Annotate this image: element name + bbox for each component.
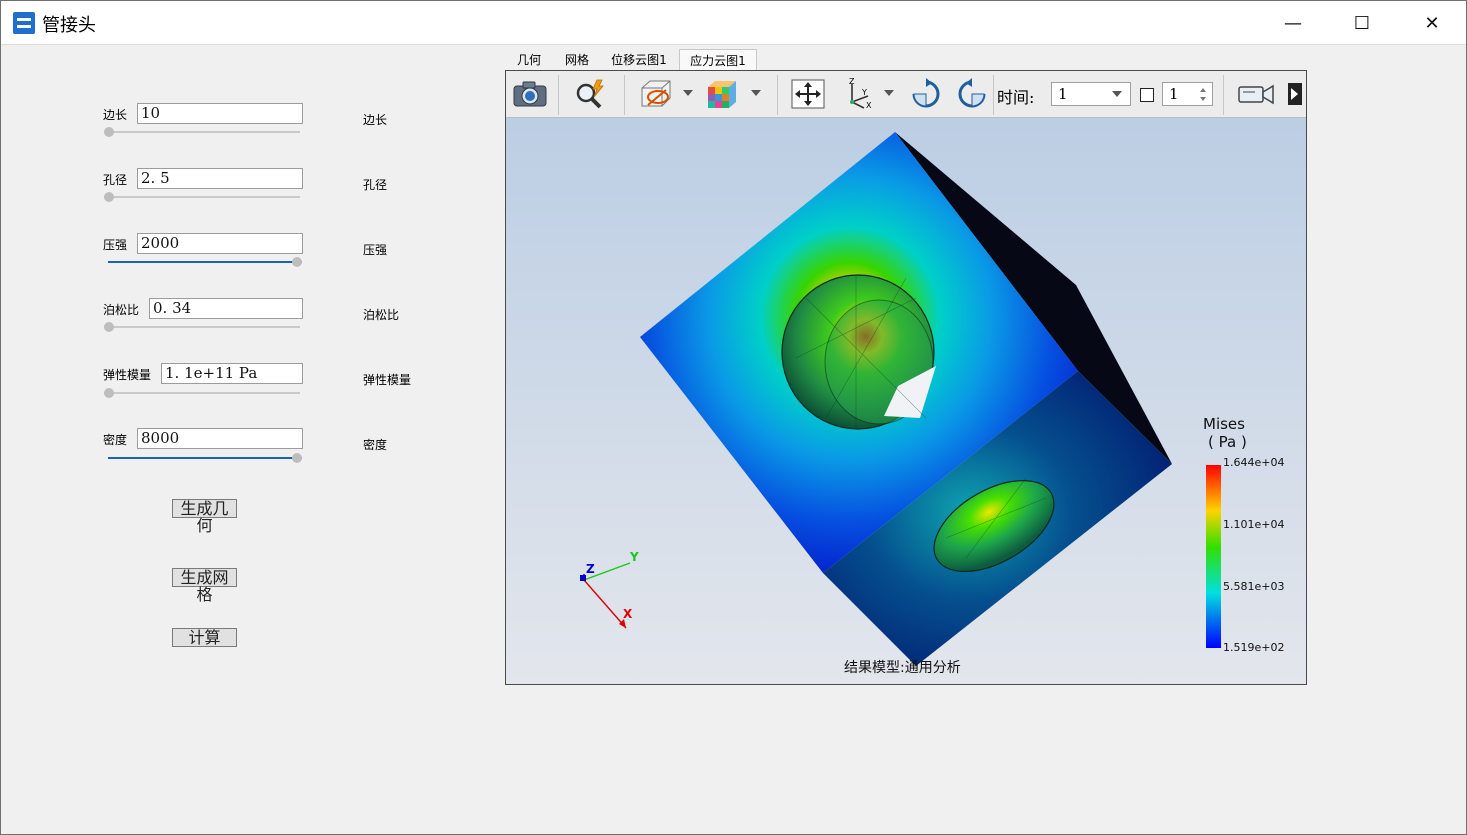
generate-mesh-button[interactable]: 生成网格 [172,568,237,603]
side-length-label: 边长 [103,108,128,122]
viewer-toolbar: Z Y X 时间: 1 1 [506,71,1306,118]
magnifier-lightning-icon [576,79,604,109]
expand-arrow-icon [1288,83,1302,105]
time-select-value: 1 [1058,85,1068,103]
svg-text:Y: Y [861,88,867,97]
axis-z-label: Z [586,562,595,576]
cloud-map-button[interactable] [702,77,742,111]
elastic-modulus-slider[interactable] [104,387,300,399]
side-length-right-label: 边长 [363,113,388,127]
tab-displacement[interactable]: 位移云图1 [604,49,674,71]
display-mode-button[interactable] [636,77,676,111]
probe-button[interactable] [570,77,610,111]
app-logo-icon [13,12,35,34]
xyz-axes-icon: Z Y X [849,78,872,110]
legend-unit: ( Pa ) [1208,433,1247,451]
frame-spinbox[interactable]: 1 [1162,82,1213,106]
time-label: 时间: [997,88,1035,107]
legend-value-min: 1.519e+02 [1223,641,1285,654]
pan-arrows-icon [791,79,825,109]
legend-value-2: 1.101e+04 [1223,518,1285,531]
display-mode-dropdown-icon[interactable] [683,90,693,96]
pan-button[interactable] [788,77,828,111]
close-button[interactable]: ✕ [1397,1,1467,45]
side-length-slider[interactable] [104,126,300,138]
video-camera-icon [1238,84,1274,105]
chevron-down-icon [1112,91,1122,97]
generate-geometry-button[interactable]: 生成几何 [172,499,237,534]
toolbar-more-button[interactable] [1286,77,1304,111]
close-icon: ✕ [1424,12,1440,34]
slider-thumb[interactable] [104,322,114,332]
maximize-icon: ☐ [1353,12,1371,34]
window-title: 管接头 [42,15,96,36]
tab-stress[interactable]: 应力云图1 [679,49,757,71]
slider-thumb[interactable] [292,257,302,267]
poisson-ratio-input[interactable]: 0. 34 [149,298,303,319]
legend-value-max: 1.644e+04 [1223,456,1285,469]
hole-diameter-input[interactable]: 2. 5 [137,168,303,189]
hole-diameter-slider[interactable] [104,191,300,203]
slider-fill [108,261,302,263]
spin-down-icon[interactable] [1200,97,1206,101]
hole-diameter-right-label: 孔径 [363,178,388,192]
rotate-counterclockwise-icon [958,78,986,108]
axis-view-dropdown-icon[interactable] [884,90,894,96]
poisson-ratio-right-label: 泊松比 [363,308,400,322]
title-bar: 管接头 — ☐ ✕ [1,1,1466,45]
camera-icon [513,81,547,107]
density-label: 密度 [103,433,128,447]
rotate-clockwise-icon [912,78,940,108]
rotate-ccw-button[interactable] [952,77,992,111]
maximize-button[interactable]: ☐ [1327,1,1397,45]
elastic-modulus-label: 弹性模量 [103,368,152,382]
minimize-button[interactable]: — [1258,1,1328,45]
result-viewer: Z Y X 时间: 1 1 X Y Z Mises (Pa) 1.644e+… [505,70,1307,685]
axis-y-label: Y [629,550,639,564]
legend-color-bar [1206,465,1221,648]
wireframe-box-icon [641,80,671,107]
poisson-ratio-label: 泊松比 [103,303,140,317]
hole-diameter-label: 孔径 [103,173,128,187]
screenshot-button[interactable] [510,77,550,111]
slider-thumb[interactable] [104,388,114,398]
legend-title: Mises [1203,415,1245,433]
minimize-icon: — [1284,12,1302,34]
stress-contour-model: X Y Z [580,132,1221,666]
record-video-button[interactable] [1234,77,1278,111]
density-input[interactable]: 8000 [137,428,303,449]
slider-thumb[interactable] [104,192,114,202]
pressure-input[interactable]: 2000 [137,233,303,254]
elastic-modulus-right-label: 弹性模量 [363,373,412,387]
pressure-label: 压强 [103,238,128,252]
elastic-modulus-input[interactable]: 1. 1e+11 Pa [161,363,303,384]
app-window: 管接头 — ☐ ✕ 边长 10 边长 孔径 2. 5 孔径 压强 2000 压强… [0,0,1467,835]
density-slider[interactable] [108,452,302,464]
pressure-right-label: 压强 [363,243,388,257]
slider-fill [108,457,302,459]
tab-mesh[interactable]: 网格 [554,49,600,71]
svg-text:Z: Z [849,78,855,86]
slider-thumb[interactable] [292,453,302,463]
svg-text:X: X [866,101,872,110]
cloud-map-dropdown-icon[interactable] [751,90,761,96]
result-model-caption: 结果模型:通用分析 [844,660,961,676]
poisson-ratio-slider[interactable] [104,321,300,333]
color-cube-icon [708,81,736,108]
tab-geometry[interactable]: 几何 [506,49,552,71]
side-length-input[interactable]: 10 [137,103,303,124]
legend-value-3: 5.581e+03 [1223,580,1285,593]
axis-view-button[interactable]: Z Y X [840,77,880,111]
slider-thumb[interactable] [104,127,114,137]
frame-spinbox-value: 1 [1169,85,1179,103]
pressure-slider[interactable] [108,256,302,268]
compute-button[interactable]: 计算 [172,628,237,647]
rotate-cw-button[interactable] [906,77,946,111]
density-right-label: 密度 [363,438,388,452]
spin-up-icon[interactable] [1200,88,1206,92]
animation-checkbox[interactable] [1140,88,1154,102]
time-select[interactable]: 1 [1051,82,1131,106]
axis-x-label: X [623,607,633,621]
render-canvas[interactable]: X Y Z Mises ( Pa ) 1.644e+04 1.101e+04 5… [506,118,1306,684]
